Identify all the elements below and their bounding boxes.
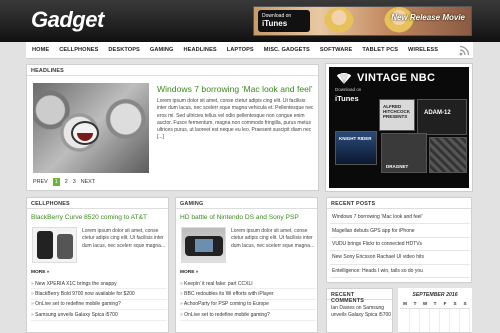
weekday-label: S	[453, 301, 457, 306]
nav-item-software[interactable]: SOFTWARE	[315, 42, 358, 59]
list-item[interactable]: Samsung unveils Galaxy Spica i5700	[31, 310, 167, 321]
cellphones-thumbnail[interactable]	[32, 227, 77, 263]
headline-image[interactable]	[33, 83, 149, 173]
calendar-title: SEPTEMBER 2016	[412, 292, 458, 298]
calendar-widget: SEPTEMBER 2016 M T W T F S S	[398, 288, 472, 333]
nav-item-misc-gadgets[interactable]: MISC. GADGETS	[259, 42, 315, 59]
gaming-thumbnail[interactable]	[181, 227, 226, 263]
recent-posts-panel: RECENT POSTS Windows 7 borrowing ‘Mac lo…	[326, 197, 472, 283]
ad-tile: ADAM-12	[417, 99, 467, 135]
banner-person-image	[324, 7, 354, 35]
main-nav: HOME CELLPHONES DESKTOPS GAMING HEADLINE…	[26, 42, 473, 59]
nav-item-headlines[interactable]: HEADLINES	[179, 42, 222, 59]
list-item[interactable]: VUDU brings Flickr to connected HDTVs	[330, 238, 470, 252]
list-item[interactable]: AchooParty for PSP coming to Europe	[180, 300, 316, 311]
section-title: GAMING	[176, 198, 317, 209]
ad-tile-label: ALFRED HITCHCOCK PRESENTS	[383, 104, 410, 119]
ad-download-line: Download on	[335, 87, 362, 92]
pager-prev[interactable]: PREV	[33, 179, 48, 185]
gaming-panel: GAMING HD battle of Nintendo DS and Sony…	[175, 197, 318, 333]
nav-item-home[interactable]: HOME	[26, 42, 54, 59]
section-title: RECENT COMMENTS	[327, 289, 392, 304]
gaming-more-link[interactable]: MORE »	[180, 270, 198, 275]
site-header: Gadget Download on iTunes New Release Mo…	[0, 0, 500, 42]
phone-image	[57, 234, 73, 259]
pager-page-3[interactable]: 3	[73, 179, 76, 185]
section-title: RECENT POSTS	[327, 198, 471, 209]
nav-item-laptops[interactable]: LAPTOPS	[222, 42, 259, 59]
cellphones-more-link[interactable]: MORE »	[31, 270, 49, 275]
calendar-grid	[400, 308, 470, 333]
gaming-excerpt: Lorem ipsum dolor sit amet, conse ctetur…	[231, 228, 315, 249]
banner-tagline: New Release Movie	[391, 13, 465, 22]
headline-post-title[interactable]: Windows 7 borrowing ‘Mac look and feel’	[157, 84, 315, 95]
list-item[interactable]: OnLive set to redefine mobile gaming?	[180, 310, 316, 321]
pager-page-2[interactable]: 2	[65, 179, 68, 185]
rss-icon[interactable]	[459, 45, 470, 56]
phone-image	[37, 231, 53, 259]
nav-item-desktops[interactable]: DESKTOPS	[103, 42, 144, 59]
nav-item-tablet-pcs[interactable]: TABLET PCS	[357, 42, 403, 59]
ad-tile-label: ADAM-12	[424, 110, 451, 116]
pager-next[interactable]: NEXT	[81, 179, 95, 185]
vintage-nbc-ad[interactable]: VINTAGE NBC Download on iTunes ALFRED HI…	[325, 63, 473, 192]
list-item[interactable]: Entelligence: Heads I win, tails so do y…	[330, 265, 470, 278]
ad-tile-label: DRAGNET	[386, 164, 409, 169]
list-item[interactable]: OnLive set to redefine mobile gaming?	[31, 300, 167, 311]
gaming-post-list: Keepin’ it real fake: part CCXLI BBC red…	[180, 279, 316, 321]
list-item[interactable]: Windows 7 borrowing ‘Mac look and feel’	[330, 211, 470, 225]
cellphones-post-title[interactable]: BlackBerry Curve 8520 coming to AT&T	[31, 214, 147, 221]
nbc-peacock-icon	[337, 73, 351, 84]
weekday-label: M	[403, 301, 407, 306]
cellphones-excerpt: Lorem ipsum dolor sit amet, conse ctetur…	[82, 228, 166, 249]
ad-tile	[429, 137, 467, 173]
pager-page-1[interactable]: 1	[52, 178, 60, 186]
list-item[interactable]: New XPERIA X1C brings the snappy	[31, 279, 167, 290]
console-screen-image	[195, 239, 213, 252]
ad-store: iTunes	[335, 94, 359, 103]
calendar-weekdays: M T W T F S S	[400, 301, 470, 306]
list-item[interactable]: Keepin’ it real fake: part CCXLI	[180, 279, 316, 290]
ad-title: VINTAGE NBC	[357, 72, 436, 84]
nav-item-cellphones[interactable]: CELLPHONES	[54, 42, 103, 59]
site-logo[interactable]: Gadget	[31, 7, 104, 33]
headline-pager: PREV 1 2 3 NEXT	[33, 178, 100, 186]
list-item[interactable]: BlackBerry Bold 9700 now available for $…	[31, 289, 167, 300]
comment-item[interactable]: Ian Davies on Samsung unveils Galaxy Spi…	[331, 305, 393, 320]
weekday-label: S	[463, 301, 467, 306]
recent-comments-panel: RECENT COMMENTS Ian Davies on Samsung un…	[326, 288, 393, 333]
section-title: CELLPHONES	[27, 198, 168, 209]
nav-item-wireless[interactable]: WIRELESS	[403, 42, 443, 59]
weekday-label: T	[413, 301, 417, 306]
headlines-panel: HEADLINES Windows 7 borrowing ‘Mac look …	[26, 64, 319, 191]
nav-item-gaming[interactable]: GAMING	[145, 42, 179, 59]
itunes-banner-ad[interactable]: Download on iTunes New Release Movie	[253, 6, 472, 36]
list-item[interactable]: Magellan debuts GPS app for iPhone	[330, 224, 470, 238]
ad-tile: KNIGHT RIDER	[335, 131, 377, 165]
list-item[interactable]: BBC redoubles its Wi efforts with iPlaye…	[180, 289, 316, 300]
ad-tile: DRAGNET	[381, 133, 427, 173]
weekday-label: F	[443, 301, 447, 306]
itunes-badge: Download on iTunes	[258, 10, 310, 32]
weekday-label: W	[422, 301, 428, 306]
gaming-post-title[interactable]: HD battle of Nintendo DS and Sony PSP	[180, 214, 299, 221]
weekday-label: T	[433, 301, 437, 306]
headline-excerpt: Lorem ipsum dolor sit amet, conse ctetur…	[157, 98, 314, 141]
recent-posts-list: Windows 7 borrowing ‘Mac look and feel’ …	[330, 211, 470, 278]
list-item[interactable]: New Sony Ericsson Rachael UI video hits	[330, 251, 470, 265]
section-title: HEADLINES	[27, 65, 318, 76]
cellphones-panel: CELLPHONES BlackBerry Curve 8520 coming …	[26, 197, 169, 333]
ad-tile-label: KNIGHT RIDER	[339, 136, 372, 141]
ad-tile: ALFRED HITCHCOCK PRESENTS	[379, 99, 415, 131]
cellphones-post-list: New XPERIA X1C brings the snappy BlackBe…	[31, 279, 167, 321]
banner-store: iTunes	[262, 19, 288, 28]
